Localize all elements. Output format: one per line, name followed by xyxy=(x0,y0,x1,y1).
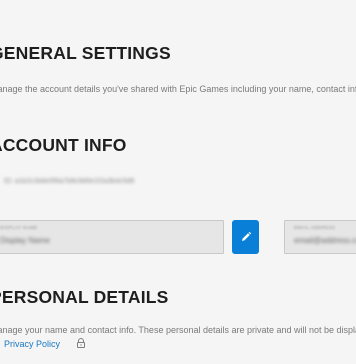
privacy-policy-link[interactable]: Privacy Policy xyxy=(4,339,60,349)
pencil-icon xyxy=(241,231,251,241)
lock-icon xyxy=(77,338,85,348)
display-name-value: Display Name xyxy=(0,236,50,245)
email-label: EMAIL ADDRESS xyxy=(294,225,336,230)
personal-details-title: PERSONAL DETAILS xyxy=(0,287,169,307)
account-id: ID: a1b2c3d4e5f6a7b8c9d0e1f2a3b4c5d6 xyxy=(4,178,135,185)
edit-display-name-button[interactable] xyxy=(232,220,259,254)
email-field[interactable]: EMAIL ADDRESS email@address.com xyxy=(284,220,356,254)
email-value: email@address.com xyxy=(294,236,356,245)
account-info-title: ACCOUNT INFO xyxy=(0,135,127,155)
general-settings-title: GENERAL SETTINGS xyxy=(0,43,171,63)
general-settings-description: Manage the account details you've shared… xyxy=(0,84,356,94)
display-name-field[interactable]: DISPLAY NAME Display Name xyxy=(0,220,224,254)
display-name-label: DISPLAY NAME xyxy=(0,225,38,230)
personal-details-description: Manage your name and contact info. These… xyxy=(0,325,356,335)
account-settings-page: GENERAL SETTINGS Manage the account deta… xyxy=(0,0,356,364)
